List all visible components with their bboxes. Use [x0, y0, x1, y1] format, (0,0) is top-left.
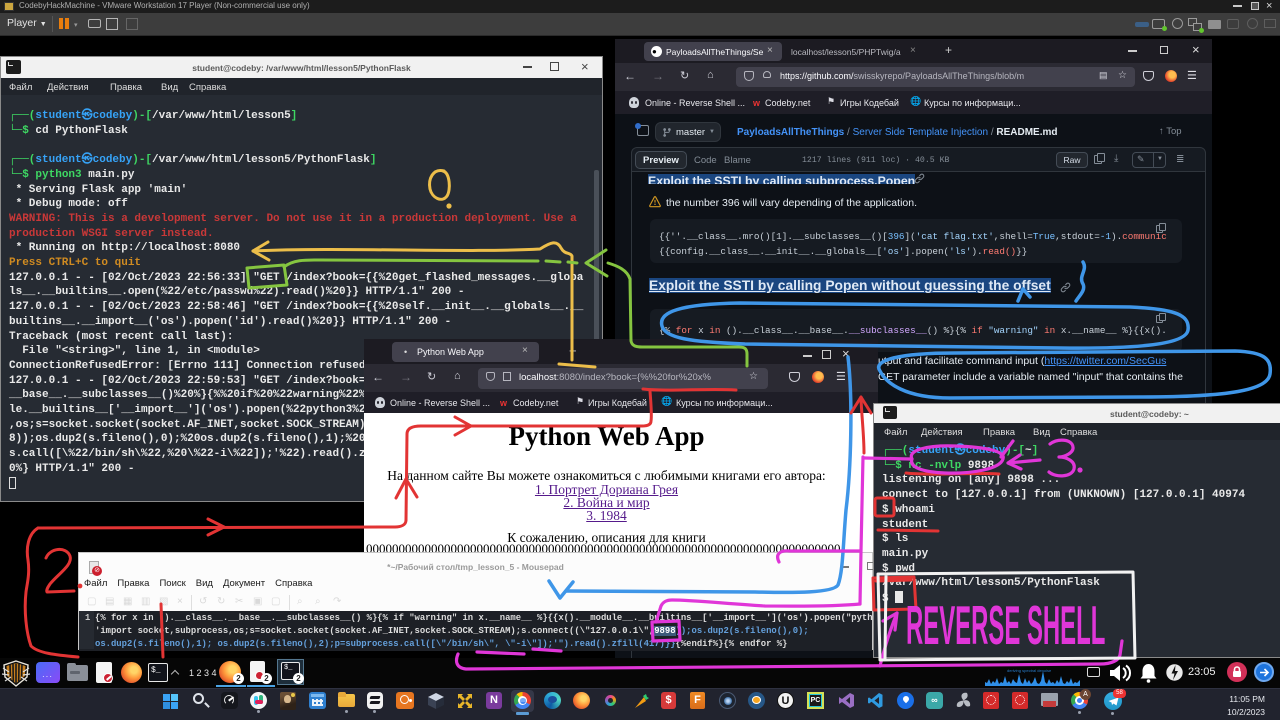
svg-text:deriving spectral denoise: deriving spectral denoise — [1007, 668, 1052, 673]
